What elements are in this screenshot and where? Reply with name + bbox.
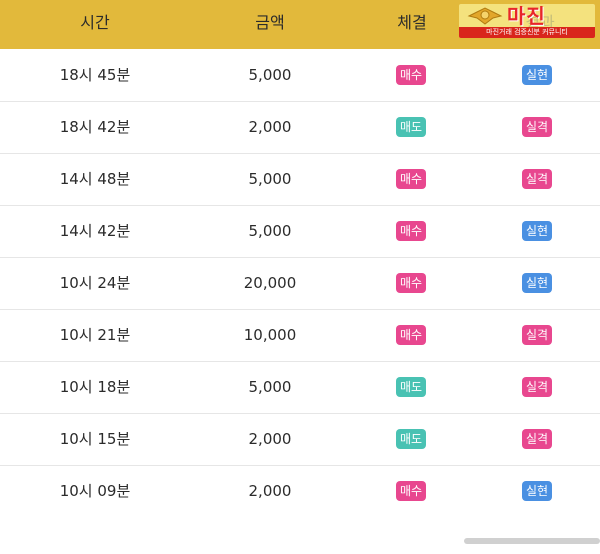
trade-badge: 매수	[396, 65, 427, 85]
row-amount: 5,000	[248, 378, 292, 396]
table-row: 18시 42분 2,000 매도 실격	[0, 102, 600, 154]
row-time: 10시 21분	[59, 326, 131, 344]
row-time: 10시 09분	[59, 482, 131, 500]
row-amount: 2,000	[248, 430, 292, 448]
table-row: 18시 45분 5,000 매수 실현	[0, 50, 600, 102]
table-row: 10시 24분 20,000 매수 실현	[0, 258, 600, 310]
watermark-subtitle: 마진거래 검증신분 커뮤니티	[486, 28, 568, 36]
row-time: 18시 42분	[59, 118, 131, 136]
table-row: 10시 09분 2,000 매수 실현	[0, 466, 600, 518]
table-row: 10시 15분 2,000 매도 실격	[0, 414, 600, 466]
table-row: 10시 18분 5,000 매도 실격	[0, 362, 600, 414]
result-badge: 실현	[522, 221, 553, 241]
watermark-title: 마진	[507, 4, 546, 28]
row-amount: 5,000	[248, 66, 292, 84]
row-time: 10시 15분	[59, 430, 131, 448]
trade-history-page: 시간 금액 체결 결과 마진 마진거래 검증신분 커뮤니티 18시 45분 5,0…	[0, 0, 600, 554]
table-body: 18시 45분 5,000 매수 실현 18시 42분 2,000 매도 실격 14시 48분 5…	[0, 50, 600, 518]
trade-badge: 매수	[396, 169, 427, 189]
column-header-amount: 금액	[255, 13, 285, 32]
emblem-icon	[467, 7, 503, 25]
trade-badge: 매도	[396, 117, 427, 137]
table-header: 시간 금액 체결 결과 마진 마진거래 검증신분 커뮤니티	[0, 0, 600, 49]
row-time: 18시 45분	[59, 66, 131, 84]
trade-badge: 매수	[396, 325, 427, 345]
result-badge: 실현	[522, 65, 553, 85]
row-amount: 2,000	[248, 118, 292, 136]
row-amount: 5,000	[248, 170, 292, 188]
column-header-time: 시간	[80, 13, 110, 32]
trade-badge: 매수	[396, 221, 427, 241]
result-badge: 실격	[522, 325, 553, 345]
watermark-logo: 마진 마진거래 검증신분 커뮤니티	[459, 4, 595, 38]
row-amount: 10,000	[243, 326, 297, 344]
result-badge: 실격	[522, 169, 553, 189]
result-badge: 실격	[522, 377, 553, 397]
result-badge: 실현	[522, 481, 553, 501]
trade-badge: 매수	[396, 481, 427, 501]
row-time: 10시 24분	[59, 274, 131, 292]
table-row: 10시 21분 10,000 매수 실격	[0, 310, 600, 362]
column-header-trade: 체결	[397, 13, 427, 32]
row-time: 14시 42분	[59, 222, 131, 240]
row-amount: 20,000	[243, 274, 297, 292]
row-amount: 5,000	[248, 222, 292, 240]
table-row: 14시 48분 5,000 매수 실격	[0, 154, 600, 206]
horizontal-scrollbar[interactable]	[464, 538, 600, 544]
row-time: 14시 48분	[59, 170, 131, 188]
result-badge: 실격	[522, 429, 553, 449]
row-amount: 2,000	[248, 482, 292, 500]
table-row: 14시 42분 5,000 매수 실현	[0, 206, 600, 258]
result-badge: 실격	[522, 117, 553, 137]
trade-badge: 매도	[396, 429, 427, 449]
row-time: 10시 18분	[59, 378, 131, 396]
trade-badge: 매수	[396, 273, 427, 293]
trade-badge: 매도	[396, 377, 427, 397]
result-badge: 실현	[522, 273, 553, 293]
